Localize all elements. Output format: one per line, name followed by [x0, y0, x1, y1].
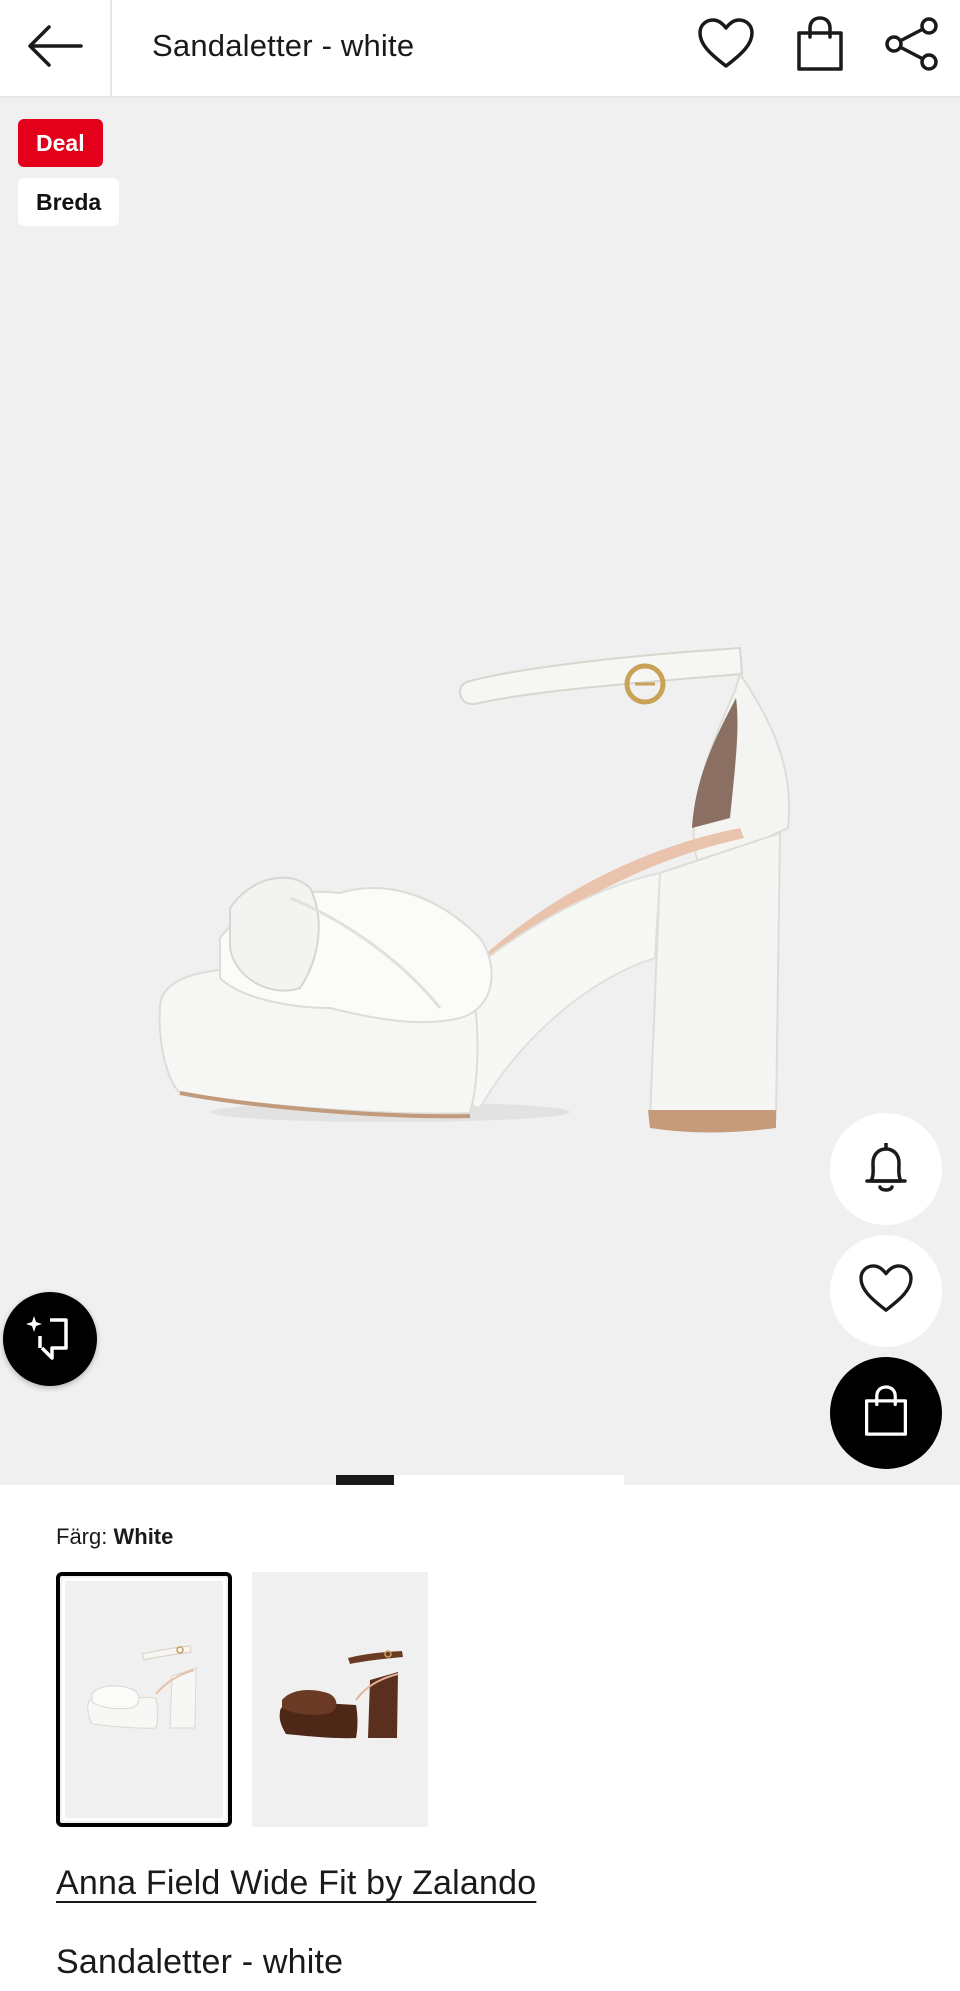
shopping-bag-icon [862, 1384, 910, 1443]
share-icon [882, 16, 942, 77]
color-swatch-white[interactable] [56, 1572, 232, 1827]
deal-badge: Deal [18, 119, 103, 167]
heart-icon [858, 1263, 914, 1319]
notify-button[interactable] [830, 1113, 942, 1225]
arrow-left-icon [25, 22, 85, 75]
page-title: Sandaletter - white [152, 28, 415, 63]
brown-sandal-thumbnail [279, 1650, 403, 1739]
wishlist-button[interactable] [694, 14, 758, 78]
product-image [158, 646, 791, 1133]
find-similar-button[interactable] [3, 1292, 97, 1386]
white-sandal-thumbnail [87, 1645, 197, 1729]
add-to-bag-button[interactable] [830, 1357, 942, 1469]
product-name: Sandaletter - white [56, 1943, 344, 1981]
back-button[interactable] [0, 0, 112, 96]
color-label: Färg: White [56, 1524, 173, 1550]
top-bar: Sandaletter - white [0, 0, 960, 98]
similar-items-icon [26, 1310, 74, 1369]
selected-color: White [113, 1524, 174, 1549]
cart-button[interactable] [788, 14, 852, 78]
pager-active-indicator [336, 1475, 394, 1485]
color-label-text: Färg: [56, 1524, 108, 1549]
add-to-wishlist-button[interactable] [830, 1235, 942, 1347]
brand-badge: Breda [18, 178, 120, 226]
share-button[interactable] [880, 14, 944, 78]
image-pager [336, 1475, 624, 1485]
brand-link[interactable]: Anna Field Wide Fit by Zalando [56, 1864, 536, 1903]
product-image-gallery[interactable]: Deal Breda [0, 98, 960, 1485]
shopping-bag-icon [794, 15, 846, 78]
bell-icon [862, 1139, 910, 1200]
color-swatch-brown[interactable] [252, 1572, 428, 1827]
heart-icon [697, 17, 755, 75]
